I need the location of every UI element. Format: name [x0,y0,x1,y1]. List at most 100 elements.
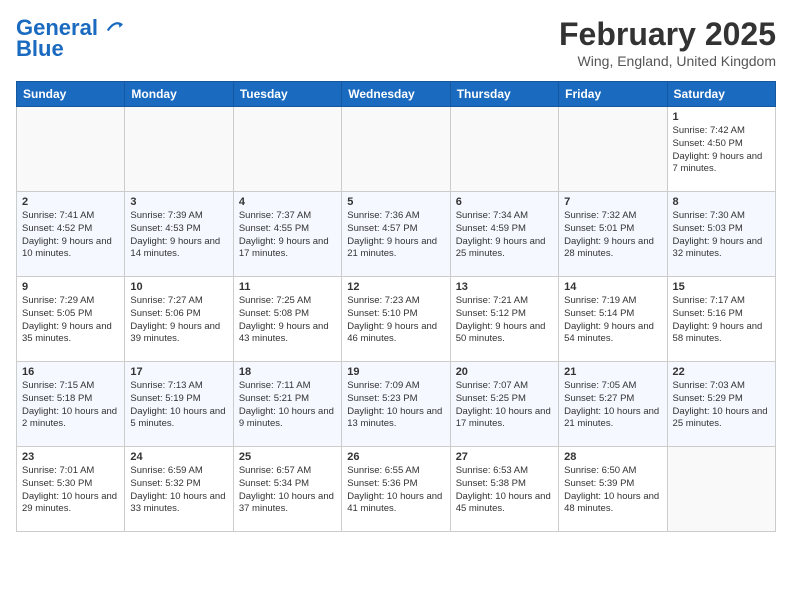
calendar-cell: 9 Sunrise: 7:29 AM Sunset: 5:05 PM Daylig… [17,277,125,362]
calendar-week-3: 9 Sunrise: 7:29 AM Sunset: 5:05 PM Daylig… [17,277,776,362]
day-number: 13 [456,281,553,293]
cell-info: Sunrise: 7:01 AM Sunset: 5:30 PM Dayligh… [22,465,119,516]
calendar-cell: 20 Sunrise: 7:07 AM Sunset: 5:25 PM Dayli… [450,362,558,447]
calendar-cell: 3 Sunrise: 7:39 AM Sunset: 4:53 PM Daylig… [125,192,233,277]
calendar-cell: 21Sunrise: 7:05 AM Sunset: 5:27 PM Dayli… [559,362,667,447]
day-number: 12 [347,281,444,293]
day-number: 24 [130,451,227,463]
day-number: 19 [347,366,444,378]
weekday-header-monday: Monday [125,82,233,107]
calendar-cell [559,107,667,192]
calendar-table: SundayMondayTuesdayWednesdayThursdayFrid… [16,81,776,532]
calendar-cell [125,107,233,192]
calendar-header-row: SundayMondayTuesdayWednesdayThursdayFrid… [17,82,776,107]
calendar-cell: 4 Sunrise: 7:37 AM Sunset: 4:55 PM Daylig… [233,192,341,277]
calendar-cell: 12 Sunrise: 7:23 AM Sunset: 5:10 PM Dayli… [342,277,450,362]
cell-info: Sunrise: 7:32 AM Sunset: 5:01 PM Dayligh… [564,210,661,261]
cell-info: Sunrise: 7:42 AM Sunset: 4:50 PM Dayligh… [673,125,770,176]
day-number: 18 [239,366,336,378]
calendar-week-2: 2 Sunrise: 7:41 AM Sunset: 4:52 PM Daylig… [17,192,776,277]
day-number: 25 [239,451,336,463]
calendar-cell: 25 Sunrise: 6:57 AM Sunset: 5:34 PM Dayli… [233,447,341,532]
weekday-header-thursday: Thursday [450,82,558,107]
cell-info: Sunrise: 7:25 AM Sunset: 5:08 PM Dayligh… [239,295,336,346]
calendar-week-5: 23 Sunrise: 7:01 AM Sunset: 5:30 PM Dayli… [17,447,776,532]
calendar-cell: 26Sunrise: 6:55 AM Sunset: 5:36 PM Dayli… [342,447,450,532]
calendar-cell: 28 Sunrise: 6:50 AM Sunset: 5:39 PM Dayli… [559,447,667,532]
calendar-week-4: 16 Sunrise: 7:15 AM Sunset: 5:18 PM Dayli… [17,362,776,447]
cell-info: Sunrise: 7:23 AM Sunset: 5:10 PM Dayligh… [347,295,444,346]
cell-info: Sunrise: 7:37 AM Sunset: 4:55 PM Dayligh… [239,210,336,261]
logo: General Blue [16,16,124,62]
cell-info: Sunrise: 6:59 AM Sunset: 5:32 PM Dayligh… [130,465,227,516]
cell-info: Sunrise: 7:29 AM Sunset: 5:05 PM Dayligh… [22,295,119,346]
calendar-cell: 10 Sunrise: 7:27 AM Sunset: 5:06 PM Dayli… [125,277,233,362]
calendar-cell: 6Sunrise: 7:34 AM Sunset: 4:59 PM Daylig… [450,192,558,277]
calendar-cell [17,107,125,192]
calendar-week-1: 1 Sunrise: 7:42 AM Sunset: 4:50 PM Daylig… [17,107,776,192]
day-number: 21 [564,366,661,378]
cell-info: Sunrise: 7:19 AM Sunset: 5:14 PM Dayligh… [564,295,661,346]
calendar-cell: 19 Sunrise: 7:09 AM Sunset: 5:23 PM Dayli… [342,362,450,447]
day-number: 3 [130,196,227,208]
cell-info: Sunrise: 7:30 AM Sunset: 5:03 PM Dayligh… [673,210,770,261]
cell-info: Sunrise: 7:27 AM Sunset: 5:06 PM Dayligh… [130,295,227,346]
cell-info: Sunrise: 7:21 AM Sunset: 5:12 PM Dayligh… [456,295,553,346]
day-number: 11 [239,281,336,293]
calendar-cell: 13 Sunrise: 7:21 AM Sunset: 5:12 PM Dayli… [450,277,558,362]
day-number: 17 [130,366,227,378]
calendar-cell [233,107,341,192]
calendar-cell: 22Sunrise: 7:03 AM Sunset: 5:29 PM Dayli… [667,362,775,447]
weekday-header-tuesday: Tuesday [233,82,341,107]
cell-info: Sunrise: 7:39 AM Sunset: 4:53 PM Dayligh… [130,210,227,261]
calendar-cell: 2 Sunrise: 7:41 AM Sunset: 4:52 PM Daylig… [17,192,125,277]
day-number: 27 [456,451,553,463]
day-number: 8 [673,196,770,208]
calendar-cell: 16 Sunrise: 7:15 AM Sunset: 5:18 PM Dayli… [17,362,125,447]
cell-info: Sunrise: 7:15 AM Sunset: 5:18 PM Dayligh… [22,380,119,431]
day-number: 20 [456,366,553,378]
calendar-cell [450,107,558,192]
calendar-cell: 7 Sunrise: 7:32 AM Sunset: 5:01 PM Daylig… [559,192,667,277]
weekday-header-wednesday: Wednesday [342,82,450,107]
calendar-cell [667,447,775,532]
cell-info: Sunrise: 7:07 AM Sunset: 5:25 PM Dayligh… [456,380,553,431]
weekday-header-sunday: Sunday [17,82,125,107]
cell-info: Sunrise: 7:09 AM Sunset: 5:23 PM Dayligh… [347,380,444,431]
calendar-cell [342,107,450,192]
calendar-cell: 11 Sunrise: 7:25 AM Sunset: 5:08 PM Dayli… [233,277,341,362]
calendar-cell: 17 Sunrise: 7:13 AM Sunset: 5:19 PM Dayli… [125,362,233,447]
cell-info: Sunrise: 6:50 AM Sunset: 5:39 PM Dayligh… [564,465,661,516]
day-number: 2 [22,196,119,208]
calendar-cell: 5Sunrise: 7:36 AM Sunset: 4:57 PM Daylig… [342,192,450,277]
day-number: 26 [347,451,444,463]
page-header: General Blue February 2025 Wing, England… [16,16,776,69]
cell-info: Sunrise: 7:11 AM Sunset: 5:21 PM Dayligh… [239,380,336,431]
cell-info: Sunrise: 6:57 AM Sunset: 5:34 PM Dayligh… [239,465,336,516]
day-number: 5 [347,196,444,208]
calendar-cell: 1 Sunrise: 7:42 AM Sunset: 4:50 PM Daylig… [667,107,775,192]
weekday-header-saturday: Saturday [667,82,775,107]
day-number: 28 [564,451,661,463]
weekday-header-friday: Friday [559,82,667,107]
calendar-cell: 8 Sunrise: 7:30 AM Sunset: 5:03 PM Daylig… [667,192,775,277]
day-number: 4 [239,196,336,208]
day-number: 16 [22,366,119,378]
day-number: 7 [564,196,661,208]
cell-info: Sunrise: 7:17 AM Sunset: 5:16 PM Dayligh… [673,295,770,346]
month-title: February 2025 [559,16,776,53]
cell-info: Sunrise: 7:03 AM Sunset: 5:29 PM Dayligh… [673,380,770,431]
day-number: 9 [22,281,119,293]
cell-info: Sunrise: 7:41 AM Sunset: 4:52 PM Dayligh… [22,210,119,261]
calendar-cell: 23 Sunrise: 7:01 AM Sunset: 5:30 PM Dayli… [17,447,125,532]
day-number: 6 [456,196,553,208]
day-number: 15 [673,281,770,293]
cell-info: Sunrise: 7:13 AM Sunset: 5:19 PM Dayligh… [130,380,227,431]
calendar-cell: 14Sunrise: 7:19 AM Sunset: 5:14 PM Dayli… [559,277,667,362]
day-number: 10 [130,281,227,293]
day-number: 1 [673,111,770,123]
calendar-cell: 24 Sunrise: 6:59 AM Sunset: 5:32 PM Dayli… [125,447,233,532]
calendar-cell: 18 Sunrise: 7:11 AM Sunset: 5:21 PM Dayli… [233,362,341,447]
day-number: 23 [22,451,119,463]
location: Wing, England, United Kingdom [559,53,776,69]
